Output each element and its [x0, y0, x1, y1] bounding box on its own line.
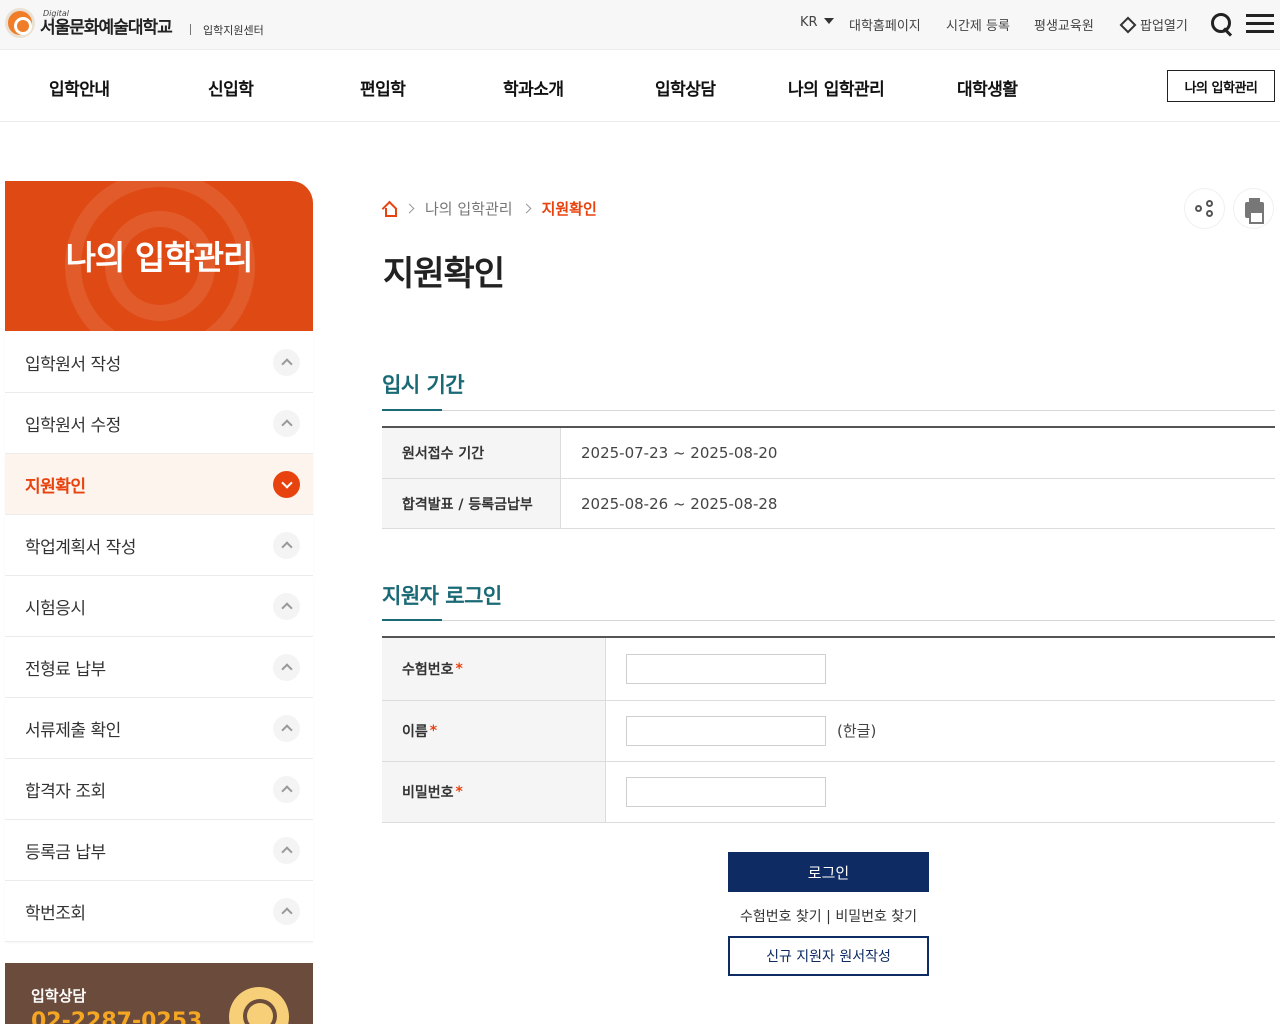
- chevron-right-icon: [521, 203, 532, 214]
- period-section-title: 입시 기간: [382, 373, 465, 397]
- sidebar-menu: 입학원서 작성 입학원서 수정 지원확인 학업계획서 작성 시험응시 전형료 납…: [5, 332, 313, 942]
- top-utility-bar: Digital 서울문화예술대학교 입학지원센터 KR 대학홈페이지 시간제 등…: [0, 0, 1280, 50]
- sidebar-item-application-write[interactable]: 입학원서 작성: [5, 332, 313, 393]
- sidebar-item-exam[interactable]: 시험응시: [5, 576, 313, 637]
- name-label: 이름 *: [382, 701, 606, 761]
- chevron-up-icon: [273, 532, 300, 559]
- logo-divider: [190, 24, 191, 35]
- required-mark: *: [429, 723, 438, 739]
- share-button[interactable]: [1184, 188, 1225, 229]
- new-applicant-button[interactable]: 신규 지원자 원서작성: [728, 936, 929, 976]
- find-password-link[interactable]: 비밀번호 찾기: [835, 909, 917, 925]
- chevron-up-icon: [273, 776, 300, 803]
- chevron-right-icon: [404, 203, 415, 214]
- hamburger-menu-icon[interactable]: [1246, 14, 1274, 34]
- required-mark: *: [455, 784, 463, 800]
- share-icon: [1195, 200, 1215, 218]
- sidebar-item-application-check[interactable]: 지원확인: [5, 454, 313, 515]
- breadcrumb-my-admission[interactable]: 나의 입학관리: [425, 198, 513, 219]
- period-value-application: 2025-07-23 ~ 2025-08-20: [581, 444, 778, 462]
- section-divider: [382, 409, 1275, 411]
- table-row: 비밀번호 *: [382, 762, 1275, 823]
- search-icon[interactable]: [1211, 13, 1233, 35]
- nav-my-admission[interactable]: 나의 입학관리: [788, 75, 885, 100]
- chevron-down-icon: [273, 471, 300, 498]
- table-row: 수험번호 *: [382, 638, 1275, 701]
- counsel-box[interactable]: 입학상담 02-2287-0253: [5, 963, 313, 1024]
- sidebar-item-application-edit[interactable]: 입학원서 수정: [5, 393, 313, 454]
- login-form-table: 수험번호 * 이름 * (한글) 비밀번호 *: [382, 636, 1275, 823]
- nav-departments[interactable]: 학과소개: [503, 75, 564, 100]
- nav-campus-life[interactable]: 대학생활: [957, 75, 1018, 100]
- name-input[interactable]: [626, 716, 826, 746]
- nav-transfer[interactable]: 편입학: [360, 75, 406, 100]
- nav-freshman[interactable]: 신입학: [208, 75, 254, 100]
- nav-admission-info[interactable]: 입학안내: [49, 75, 110, 100]
- link-university-homepage[interactable]: 대학홈페이지: [849, 15, 921, 34]
- period-table: 원서접수 기간 2025-07-23 ~ 2025-08-20 합격발표 / 등…: [382, 426, 1275, 529]
- name-hint: (한글): [837, 722, 877, 740]
- university-emblem-icon: [5, 8, 35, 38]
- sidebar-item-document-check[interactable]: 서류제출 확인: [5, 698, 313, 759]
- required-mark: *: [455, 661, 463, 677]
- language-select[interactable]: KR: [800, 15, 834, 30]
- password-label: 비밀번호 *: [382, 762, 606, 822]
- password-input[interactable]: [626, 777, 826, 807]
- find-links: 수험번호 찾기 | 비밀번호 찾기: [728, 906, 929, 926]
- main-navigation: 입학안내 신입학 편입학 학과소개 입학상담 나의 입학관리 대학생활 나의 입…: [0, 51, 1280, 122]
- sidebar-item-tuition-payment[interactable]: 등록금 납부: [5, 820, 313, 881]
- exam-number-input[interactable]: [626, 654, 826, 684]
- diamond-icon: [1119, 16, 1137, 34]
- chevron-up-icon: [273, 593, 300, 620]
- breadcrumb: 나의 입학관리 지원확인: [382, 198, 597, 219]
- logo-subtitle: 입학지원센터: [203, 24, 264, 37]
- login-button[interactable]: 로그인: [728, 852, 929, 892]
- chevron-up-icon: [273, 837, 300, 864]
- table-row: 합격발표 / 등록금납부 2025-08-26 ~ 2025-08-28: [382, 479, 1275, 529]
- headset-icon: [229, 987, 289, 1024]
- period-label-result: 합격발표 / 등록금납부: [382, 479, 561, 528]
- caret-down-icon: [823, 18, 834, 24]
- counsel-title: 입학상담: [31, 987, 87, 1005]
- chevron-up-icon: [273, 349, 300, 376]
- popup-open-button[interactable]: 팝업열기: [1119, 15, 1188, 34]
- link-part-time-registration[interactable]: 시간제 등록: [946, 15, 1010, 34]
- print-button[interactable]: [1233, 188, 1274, 229]
- section-divider: [382, 619, 1275, 621]
- link-separator: |: [826, 909, 831, 925]
- chevron-up-icon: [273, 715, 300, 742]
- sidebar-item-fee-payment[interactable]: 전형료 납부: [5, 637, 313, 698]
- counsel-phone: 02-2287-0253: [31, 1009, 203, 1024]
- sidebar-hero: 나의 입학관리: [5, 181, 313, 331]
- site-logo[interactable]: Digital 서울문화예술대학교: [5, 8, 173, 38]
- sidebar-title: 나의 입학관리: [65, 238, 254, 277]
- sidebar-item-study-plan[interactable]: 학업계획서 작성: [5, 515, 313, 576]
- period-label-application: 원서접수 기간: [382, 428, 561, 478]
- page-title: 지원확인: [383, 254, 505, 294]
- chevron-up-icon: [273, 654, 300, 681]
- home-icon[interactable]: [382, 202, 397, 217]
- my-admission-button[interactable]: 나의 입학관리: [1167, 70, 1275, 102]
- breadcrumb-current: 지원확인: [541, 200, 597, 218]
- find-exam-number-link[interactable]: 수험번호 찾기: [740, 909, 822, 925]
- sidebar-item-result-lookup[interactable]: 합격자 조회: [5, 759, 313, 820]
- chevron-up-icon: [273, 898, 300, 925]
- table-row: 이름 * (한글): [382, 701, 1275, 762]
- chevron-up-icon: [273, 410, 300, 437]
- login-section-title: 지원자 로그인: [382, 584, 502, 608]
- nav-counseling[interactable]: 입학상담: [655, 75, 716, 100]
- sidebar-item-student-id[interactable]: 학번조회: [5, 881, 313, 942]
- printer-icon: [1245, 198, 1264, 224]
- period-value-result: 2025-08-26 ~ 2025-08-28: [581, 494, 778, 513]
- table-row: 원서접수 기간 2025-07-23 ~ 2025-08-20: [382, 428, 1275, 479]
- logo-tagline: Digital: [43, 8, 69, 18]
- exam-number-label: 수험번호 *: [382, 638, 606, 700]
- logo-name: 서울문화예술대학교: [40, 17, 173, 38]
- link-lifelong-education[interactable]: 평생교육원: [1034, 15, 1094, 34]
